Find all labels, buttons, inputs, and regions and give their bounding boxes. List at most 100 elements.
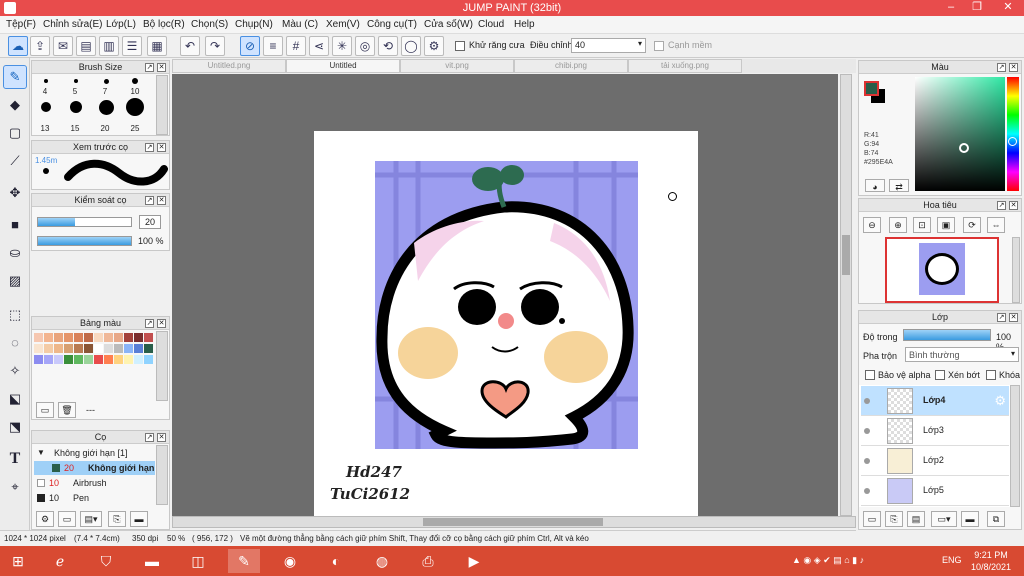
visibility-icon[interactable] bbox=[864, 428, 870, 434]
panel-icon[interactable]: ▤ bbox=[76, 36, 96, 56]
panel-float-icon[interactable]: ↗ bbox=[145, 433, 154, 442]
lock-checkbox[interactable] bbox=[986, 370, 996, 380]
brush-dot[interactable] bbox=[70, 101, 82, 113]
color-swatch[interactable] bbox=[134, 333, 143, 342]
color-swatch[interactable] bbox=[104, 333, 113, 342]
alpha-lock-checkbox[interactable] bbox=[865, 370, 875, 380]
bucket-tool-icon[interactable]: ⛀ bbox=[4, 242, 26, 264]
layer-opacity-slider[interactable] bbox=[903, 329, 991, 341]
brush-size-scrollbar[interactable] bbox=[156, 75, 168, 135]
panel-close-icon[interactable]: ✕ bbox=[157, 319, 166, 328]
settings-icon[interactable]: ⚙ bbox=[424, 36, 444, 56]
color-swatch[interactable] bbox=[124, 344, 133, 353]
panel-float-icon[interactable]: ↗ bbox=[145, 63, 154, 72]
menu-view[interactable]: Xem(V) bbox=[326, 19, 360, 30]
panel-float-icon[interactable]: ↗ bbox=[997, 201, 1006, 210]
trash-icon[interactable]: 🗑 bbox=[58, 402, 76, 418]
fill-rect-tool-icon[interactable]: ■ bbox=[4, 214, 26, 236]
menu-capture[interactable]: Chụp(N) bbox=[235, 19, 273, 30]
tab-vit[interactable]: vit.png bbox=[400, 59, 514, 73]
color-swatch[interactable] bbox=[94, 333, 103, 342]
menu-filter[interactable]: Bộ lọc(R) bbox=[143, 19, 185, 30]
gradient-tool-icon[interactable]: ▨ bbox=[4, 270, 26, 292]
move-tool-icon[interactable]: ✥ bbox=[4, 182, 26, 204]
panel-close-icon[interactable]: ✕ bbox=[1009, 201, 1018, 210]
color-swap-icon[interactable]: ⇄ bbox=[889, 179, 909, 192]
no-snap-icon[interactable]: ⊘ bbox=[240, 36, 260, 56]
color-swatch[interactable] bbox=[144, 355, 153, 364]
antialias-checkbox[interactable] bbox=[455, 41, 465, 51]
color-swatch[interactable] bbox=[64, 333, 73, 342]
minimize-button[interactable]: ‒ bbox=[940, 0, 962, 16]
panel-close-icon[interactable]: ✕ bbox=[1009, 63, 1018, 72]
color-swatch[interactable] bbox=[54, 344, 63, 353]
select-pen-icon[interactable]: ⬕ bbox=[4, 388, 26, 410]
brush-item[interactable]: 10 Pen bbox=[34, 491, 155, 505]
color-swatch[interactable] bbox=[124, 333, 133, 342]
tab-untitled-png[interactable]: Untitled.png bbox=[172, 59, 286, 73]
canvas-vertical-scrollbar[interactable] bbox=[840, 74, 852, 516]
visibility-icon[interactable] bbox=[864, 398, 870, 404]
grid-tools-icon[interactable]: ▦ bbox=[147, 36, 167, 56]
panel-float-icon[interactable]: ↗ bbox=[145, 319, 154, 328]
color-swatch[interactable] bbox=[134, 344, 143, 353]
canvas-area[interactable]: Hd247 TuCi2612 bbox=[172, 74, 838, 516]
color-swatch[interactable] bbox=[94, 344, 103, 353]
actual-size-icon[interactable]: ▣ bbox=[937, 217, 955, 233]
visibility-icon[interactable] bbox=[864, 458, 870, 464]
color-swatch[interactable] bbox=[44, 355, 53, 364]
layer-menu-icon[interactable]: ▭▾ bbox=[931, 511, 957, 527]
menu-layer[interactable]: Lớp(L) bbox=[106, 19, 136, 30]
color-swatch[interactable] bbox=[64, 344, 73, 353]
document-icon[interactable]: ▥ bbox=[99, 36, 119, 56]
menu-color[interactable]: Màu (C) bbox=[282, 19, 318, 30]
zoom-icon[interactable]: ▶ bbox=[458, 549, 490, 573]
saturation-value-picker[interactable] bbox=[915, 77, 1005, 191]
palette-icon[interactable]: ◕ bbox=[865, 179, 885, 192]
menu-select[interactable]: Chọn(S) bbox=[191, 19, 228, 30]
folder-icon[interactable]: ▬ bbox=[130, 511, 148, 527]
radial-lines-icon[interactable]: ⋖ bbox=[309, 36, 329, 56]
color-swatch[interactable] bbox=[94, 355, 103, 364]
menu-tools[interactable]: Công cụ(T) bbox=[367, 19, 417, 30]
printer-icon[interactable]: ⎙ bbox=[412, 549, 444, 573]
ellipse-icon[interactable]: ◯ bbox=[401, 36, 421, 56]
maximize-button[interactable]: ❐ bbox=[966, 0, 988, 16]
text-tool-icon[interactable]: T bbox=[4, 448, 26, 470]
store-icon[interactable]: ⛉ bbox=[90, 549, 122, 573]
panel-close-icon[interactable]: ✕ bbox=[157, 143, 166, 152]
merge-layer-icon[interactable]: ⧉ bbox=[987, 511, 1005, 527]
new-brush-icon[interactable]: ▭ bbox=[58, 511, 76, 527]
color-swatch[interactable] bbox=[104, 355, 113, 364]
scroll-thumb[interactable] bbox=[842, 235, 850, 275]
panel-float-icon[interactable]: ↗ bbox=[997, 313, 1006, 322]
color-swatch[interactable] bbox=[114, 344, 123, 353]
comment-icon[interactable]: ✉ bbox=[53, 36, 73, 56]
list-icon[interactable]: ☰ bbox=[122, 36, 142, 56]
brush-dot[interactable] bbox=[104, 79, 109, 84]
new-swatch-icon[interactable]: ▭ bbox=[36, 402, 54, 418]
gear-icon[interactable]: ⚙ bbox=[994, 393, 1006, 409]
jump-paint-taskbar-icon[interactable]: ✎ bbox=[228, 549, 260, 573]
windows-start-icon[interactable]: ⊞ bbox=[2, 549, 34, 573]
color-swatch[interactable] bbox=[104, 344, 113, 353]
color-swatch[interactable] bbox=[114, 333, 123, 342]
panel-float-icon[interactable]: ↗ bbox=[997, 63, 1006, 72]
new-layer-icon[interactable]: ▭ bbox=[863, 511, 881, 527]
brush-dot[interactable] bbox=[74, 79, 78, 83]
menu-edit[interactable]: Chỉnh sửa(E) bbox=[43, 19, 103, 30]
parallel-lines-icon[interactable]: ≡ bbox=[263, 36, 283, 56]
color-swatch[interactable] bbox=[144, 333, 153, 342]
color-swatch[interactable] bbox=[124, 355, 133, 364]
starburst-icon[interactable]: ✳ bbox=[332, 36, 352, 56]
brush-dot[interactable] bbox=[99, 100, 114, 115]
tab-chibi[interactable]: chibi.png bbox=[514, 59, 628, 73]
brush-dot[interactable] bbox=[44, 79, 48, 83]
panel-close-icon[interactable]: ✕ bbox=[157, 63, 166, 72]
color-swatch[interactable] bbox=[84, 355, 93, 364]
color-swatch[interactable] bbox=[44, 333, 53, 342]
hue-slider[interactable] bbox=[1007, 77, 1019, 191]
brush-tool-icon[interactable]: ✎ bbox=[3, 65, 27, 89]
tab-tai-xuong[interactable]: tải xuống.png bbox=[628, 59, 742, 73]
size-slider[interactable] bbox=[37, 217, 132, 227]
